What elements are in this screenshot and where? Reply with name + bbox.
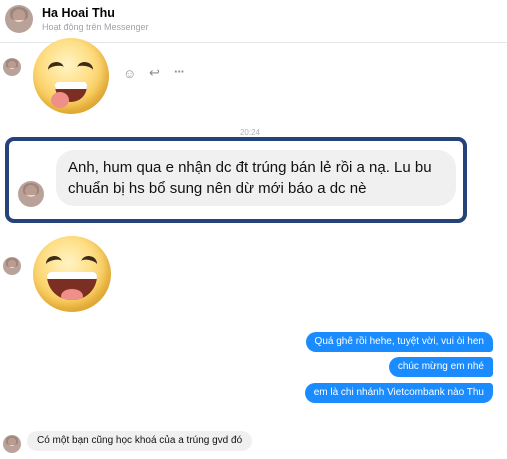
incoming-message-bubble[interactable]: Anh, hum qua e nhận dc đt trúng bán lẻ r…	[56, 150, 456, 206]
incoming-message-bubble[interactable]: Có một bạn cũng học khoá của a trúng gvd…	[27, 431, 253, 451]
smile-icon[interactable]: ☺	[123, 66, 136, 81]
sender-avatar[interactable]	[18, 181, 44, 207]
tongue-sticker[interactable]	[33, 38, 109, 114]
outgoing-message-bubble[interactable]: chúc mừng em nhé	[388, 357, 493, 377]
outgoing-message-bubble[interactable]: Quá ghê rồi hehe, tuyệt vời, vui òi hen	[305, 332, 493, 352]
contact-name[interactable]: Ha Hoai Thu	[42, 6, 115, 20]
contact-status: Hoạt động trên Messenger	[42, 22, 149, 32]
laughing-sticker[interactable]	[33, 236, 111, 312]
reply-icon[interactable]: ↩	[149, 65, 160, 81]
sender-avatar[interactable]	[3, 58, 21, 76]
contact-avatar[interactable]	[5, 5, 33, 33]
outgoing-message-bubble[interactable]: em là chi nhánh Vietcombank nào Thu	[304, 383, 493, 403]
message-timestamp: 20:24	[239, 128, 261, 137]
chat-header: Ha Hoai Thu Hoạt động trên Messenger	[0, 0, 507, 43]
sender-avatar[interactable]	[3, 257, 21, 275]
sender-avatar[interactable]	[3, 435, 21, 453]
more-icon[interactable]: ···	[174, 64, 185, 79]
